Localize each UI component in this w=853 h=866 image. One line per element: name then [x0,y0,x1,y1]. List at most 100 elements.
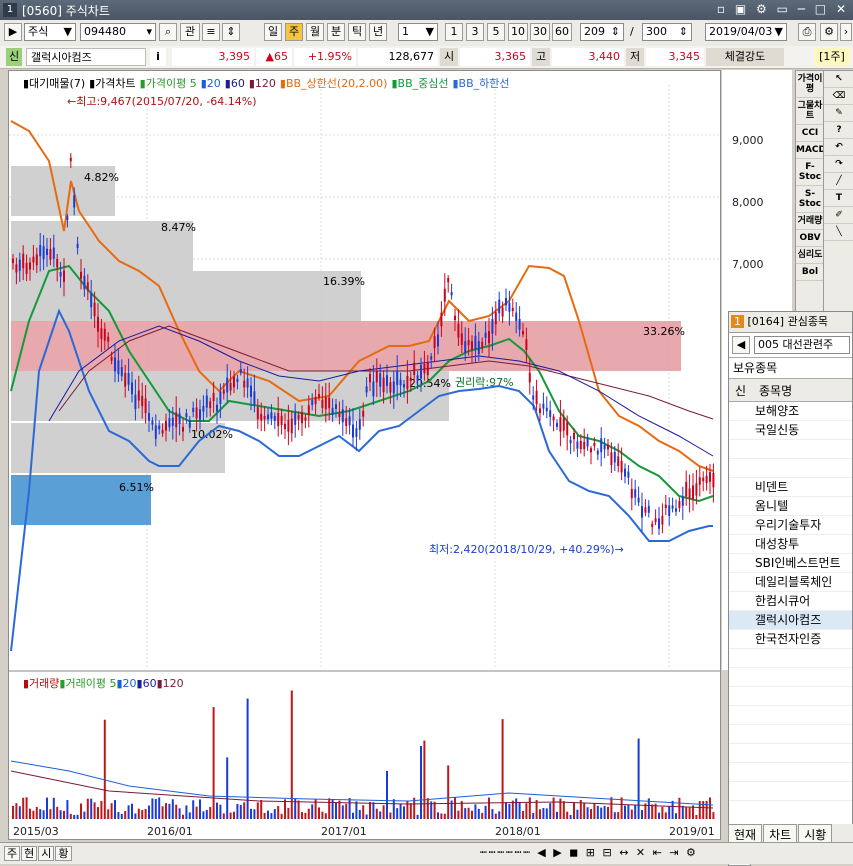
period-year[interactable]: 년 [369,23,387,41]
undo-icon[interactable]: ↶ [824,139,853,156]
tool-2[interactable]: CCI [796,125,824,142]
watchlist-item[interactable]: 우리기술투자 [729,516,852,535]
watchlist-empty-row[interactable] [729,687,852,706]
bottom-tab-2[interactable]: 시 [38,846,55,861]
week-badge[interactable]: [1주] [814,48,850,66]
group-select[interactable]: 005 대선관련주 [754,336,850,354]
cursor-icon[interactable]: ↖ [824,71,853,88]
quick-10[interactable]: 10 [508,23,528,41]
settings-icon[interactable]: ≡ [202,23,220,41]
volume-bar [396,808,399,819]
config-icon[interactable]: ⚙ [820,23,838,41]
watchlist-empty-row[interactable] [729,649,852,668]
volume-bar [216,802,218,819]
trend-line-icon[interactable]: ╲ [824,224,853,241]
redo-icon[interactable]: ↷ [824,156,853,173]
period-week[interactable]: 주 [285,23,303,41]
volume-legend-item-3[interactable]: ▮60 [137,677,157,690]
more-icon[interactable]: › [840,23,852,41]
watchlist-item[interactable]: 한컴시큐어 [729,592,852,611]
price-value: 3,395 [172,48,254,66]
volume-bar [658,812,660,819]
bottom-tab-0[interactable]: 주 [4,846,21,861]
watchlist-item[interactable]: 한국전자인증 [729,630,852,649]
watchlist-item[interactable]: 갤럭시아컴즈 [729,611,852,630]
watchlist-item[interactable]: 데일리블록체인 [729,573,852,592]
scroll-controls[interactable]: ┉┉┉┉┉┉ ◀ ▶ ◼ ⊞ ⊟ ↔ ✕ ⇤ ⇥ ⚙ [480,846,698,859]
period-month[interactable]: 월 [306,23,324,41]
volume-ma120-line [10,770,714,809]
watchlist-item[interactable] [729,440,852,459]
window-controls[interactable]: ▫ ▣ ⚙ ▭ ─ □ ✕ [717,2,849,16]
volume-bar [277,805,280,819]
tool-3[interactable]: MACD [796,142,826,159]
tool-7[interactable]: OBV [796,230,824,247]
volume-legend-item-0[interactable]: ▮거래량 [23,677,59,690]
volume-legend-item-2[interactable]: ▮20 [116,677,136,690]
line-icon[interactable]: ╱ [824,173,853,190]
watchlist-item[interactable]: 국일신동 [729,421,852,440]
holding-label[interactable]: 보유종목 [729,358,852,379]
period-tick[interactable]: 틱 [348,23,366,41]
quick-30[interactable]: 30 [530,23,550,41]
bottom-tab-3[interactable]: 황 [55,846,72,861]
quick-3[interactable]: 3 [466,23,484,41]
candle-body [515,312,518,322]
candle-body [178,413,181,425]
date-input[interactable]: 2019/04/03 ▼ [705,23,787,41]
watchlist-empty-row[interactable] [729,763,852,782]
text-icon[interactable]: T [824,190,853,207]
stock-code-input[interactable]: 094480 ▾ [80,23,156,41]
watchlist-empty-row[interactable] [729,668,852,687]
count-stepper[interactable]: 209 ⇕ [580,23,624,41]
market-select[interactable]: 주식 ▼ [24,23,76,41]
watchlist-empty-row[interactable] [729,782,852,801]
candle-body [392,381,395,394]
volume-legend-item-4[interactable]: ▮120 [157,677,184,690]
up-down-icon[interactable]: ⇕ [222,23,240,41]
watchlist-item[interactable]: 비덴트 [729,478,852,497]
quick-60[interactable]: 60 [552,23,572,41]
menu-arrow-icon[interactable]: ▶ [4,23,22,41]
period-day[interactable]: 일 [264,23,282,41]
search-icon[interactable]: ⌕ [159,23,177,41]
total-stepper[interactable]: 300 ⇕ [642,23,692,41]
print-icon[interactable]: ⎙ [798,23,816,41]
watchlist-empty-row[interactable] [729,725,852,744]
candle-body [379,373,382,387]
tool-6[interactable]: 거래량 [796,213,824,230]
quick-5[interactable]: 5 [487,23,505,41]
chart-area[interactable]: ▮대기매물(7) ▮가격차트 ▮가격이평 5 ▮20 ▮60 ▮120 ▮BB_상한선(20… [8,70,721,840]
eraser-icon[interactable]: ⌫ [824,88,853,105]
watchlist-item[interactable]: SBI인베스트먼트 [729,554,852,573]
unit-select[interactable]: 1 ▼ [398,23,438,41]
volume-legend-item-1[interactable]: ▮거래이평 5 [59,677,116,690]
tool-9[interactable]: Bol [796,264,824,281]
watchlist-item[interactable]: 대성창투 [729,535,852,554]
tool-1[interactable]: 그물차트 [796,98,824,125]
candle-body [22,253,25,269]
prev-group-icon[interactable]: ◀ [732,336,750,354]
candle-body [253,391,256,406]
volume-bar [171,799,174,819]
watchlist-empty-row[interactable] [729,706,852,725]
info-button[interactable]: i [150,48,166,66]
gwan-button[interactable]: 관 [180,23,200,41]
watchlist-empty-row[interactable] [729,744,852,763]
volume-bar [481,812,484,819]
help-icon[interactable]: ? [824,122,853,139]
tool-0[interactable]: 가격이평 [796,71,824,98]
watchlist-item[interactable]: 보해양조 [729,402,852,421]
tool-4[interactable]: F-Stoc [796,159,824,186]
bottom-tab-1[interactable]: 현 [21,846,38,861]
pen-icon[interactable]: ✐ [824,207,853,224]
period-minute[interactable]: 분 [327,23,345,41]
quick-1[interactable]: 1 [445,23,463,41]
tool-5[interactable]: S-Stoc [796,186,824,213]
candle-body [474,335,477,349]
watchlist-item[interactable]: 옴니텔 [729,497,852,516]
watchlist-item[interactable] [729,459,852,478]
tool-8[interactable]: 심리도 [796,247,824,264]
candle-body [443,288,446,302]
delete-all-icon[interactable]: ✎ [824,105,853,122]
